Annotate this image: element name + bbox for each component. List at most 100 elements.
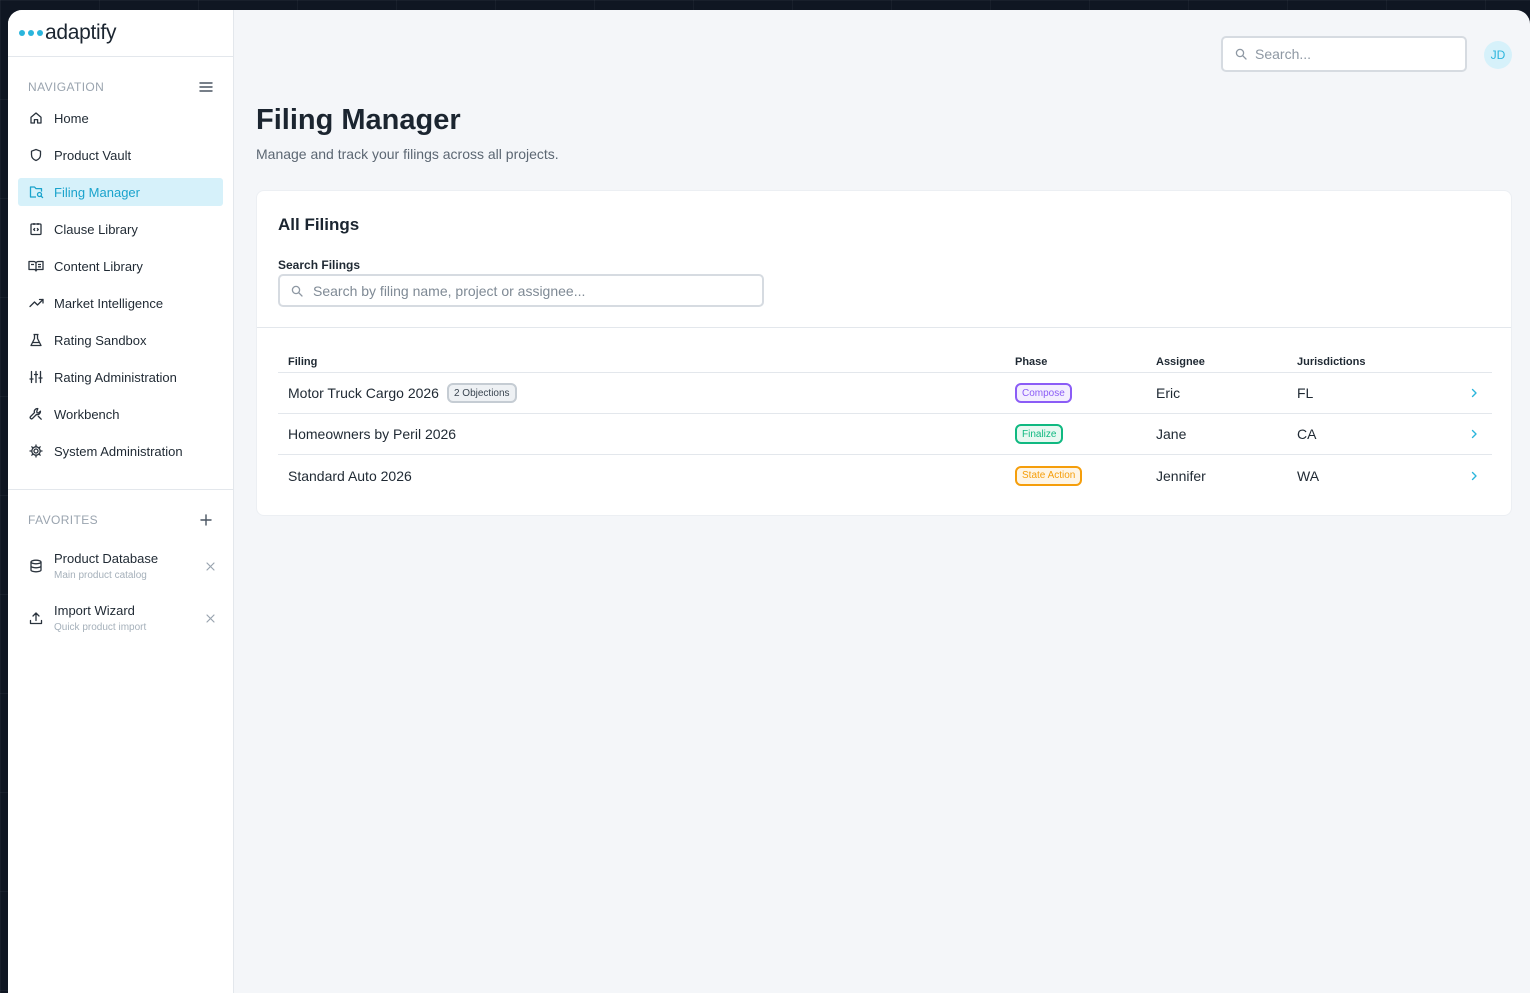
sidebar-item-label: Home — [54, 110, 89, 126]
nav-section-header: NAVIGATION — [8, 77, 233, 97]
phase-badge: Compose — [1015, 383, 1072, 404]
sidebar-item-home[interactable]: Home — [18, 104, 223, 132]
card-divider — [257, 327, 1511, 328]
favorite-item-product-database[interactable]: Product Database Main product catalog — [8, 546, 233, 586]
sidebar-item-rating-administration[interactable]: Rating Administration — [18, 363, 223, 391]
global-search[interactable] — [1221, 36, 1467, 72]
column-header-phase[interactable]: Phase — [1015, 356, 1156, 368]
phase-badge: State Action — [1015, 465, 1083, 486]
home-icon — [28, 110, 44, 126]
favorite-title: Import Wizard — [54, 603, 135, 618]
sidebar-item-label: Rating Administration — [54, 369, 177, 385]
table-body: Motor Truck Cargo 2026 2 Objections Compos… — [278, 373, 1492, 496]
sidebar-item-label: Rating Sandbox — [54, 332, 147, 348]
favorite-item-import-wizard[interactable]: Import Wizard Quick product import — [8, 598, 233, 638]
filings-table: Filing Phase Assignee Jurisdictions Moto… — [278, 351, 1492, 496]
table-row[interactable]: Standard Auto 2026 State Action Jennifer WA — [278, 455, 1492, 496]
sidebar-item-rating-sandbox[interactable]: Rating Sandbox — [18, 326, 223, 354]
logo[interactable]: adaptify — [8, 10, 233, 57]
gear-icon — [28, 443, 44, 459]
favorite-subtitle: Quick product import — [54, 622, 147, 633]
search-icon — [1235, 48, 1247, 60]
favorite-subtitle: Main product catalog — [54, 570, 147, 581]
sidebar-item-label: Filing Manager — [54, 184, 140, 200]
jurisdictions-cell: CA — [1297, 426, 1317, 442]
assignee-cell: Eric — [1156, 385, 1181, 401]
filing-cell: Motor Truck Cargo 2026 2 Objections — [278, 383, 1015, 403]
phase-cell: State Action — [1015, 465, 1156, 486]
filter-label: Search Filings — [278, 258, 361, 272]
phase-badge: Finalize — [1015, 424, 1064, 445]
sidebar-item-workbench[interactable]: Workbench — [18, 400, 223, 428]
sidebar-item-product-vault[interactable]: Product Vault — [18, 141, 223, 169]
sidebar-item-content-library[interactable]: Content Library — [18, 252, 223, 280]
sidebar-item-label: Product Vault — [54, 147, 132, 163]
shield-icon — [28, 147, 44, 163]
menu-icon[interactable] — [197, 78, 215, 96]
sidebar-item-label: Workbench — [54, 406, 120, 422]
chevron-right-icon[interactable] — [1457, 429, 1492, 439]
page-title: Filing Manager — [256, 104, 461, 136]
nav-section-title: NAVIGATION — [28, 80, 105, 94]
sidebar-item-label: Clause Library — [54, 221, 138, 237]
avatar[interactable]: JD — [1484, 41, 1512, 69]
favorite-text: Product Database Main product catalog — [54, 551, 203, 581]
nav-list: Home Product Vault Filing Manager Clause Li… — [8, 104, 233, 474]
favorite-text: Import Wizard Quick product import — [54, 603, 203, 633]
sidebar-item-clause-library[interactable]: Clause Library — [18, 215, 223, 243]
column-header-jurisdictions[interactable]: Jurisdictions — [1297, 356, 1457, 368]
sliders-icon — [28, 369, 44, 385]
sidebar-item-filing-manager[interactable]: Filing Manager — [18, 178, 223, 206]
upload-icon — [28, 610, 44, 626]
global-search-input[interactable] — [1255, 46, 1445, 62]
chevron-right-icon[interactable] — [1457, 471, 1492, 481]
column-header-filing[interactable]: Filing — [278, 356, 1015, 368]
phase-cell: Compose — [1015, 383, 1156, 404]
assignee-cell: Jennifer — [1156, 467, 1206, 484]
brand-name: adaptify — [45, 21, 117, 44]
add-favorite-icon[interactable] — [197, 511, 215, 529]
sidebar: adaptify NAVIGATION Home Product Vault Fil… — [8, 10, 234, 993]
favorite-title: Product Database — [54, 551, 159, 566]
filings-card: All Filings Search Filings Filing Phase … — [256, 190, 1512, 516]
book-open-icon — [28, 258, 44, 274]
sidebar-item-market-intelligence[interactable]: Market Intelligence — [18, 289, 223, 317]
filing-cell: Homeowners by Peril 2026 — [278, 426, 1015, 442]
filter-search[interactable] — [278, 274, 764, 307]
close-icon[interactable] — [203, 559, 217, 573]
filing-cell: Standard Auto 2026 — [278, 468, 1015, 484]
filings-card-title: All Filings — [278, 215, 360, 234]
filing-name[interactable]: Standard Auto 2026 — [288, 468, 412, 484]
folder-search-icon — [28, 184, 44, 200]
sidebar-divider — [8, 489, 233, 490]
chevron-right-icon[interactable] — [1457, 388, 1492, 398]
logo-dots-icon — [19, 30, 43, 36]
table-row[interactable]: Homeowners by Peril 2026 Finalize Jane CA — [278, 414, 1492, 455]
code-file-icon — [28, 221, 44, 237]
sidebar-item-label: Market Intelligence — [54, 295, 164, 311]
flask-icon — [28, 332, 44, 348]
filter-search-input[interactable] — [313, 282, 753, 299]
phase-cell: Finalize — [1015, 424, 1156, 445]
search-icon — [291, 285, 303, 297]
page-subtitle: Manage and track your filings across all… — [256, 146, 559, 162]
table-row[interactable]: Motor Truck Cargo 2026 2 Objections Compos… — [278, 373, 1492, 414]
filing-name[interactable]: Homeowners by Peril 2026 — [288, 426, 456, 442]
favorites-list: Product Database Main product catalog Impo… — [8, 546, 233, 650]
app-window: adaptify NAVIGATION Home Product Vault Fil… — [8, 10, 1530, 993]
filing-name[interactable]: Motor Truck Cargo 2026 — [288, 385, 439, 401]
sidebar-item-system-administration[interactable]: System Administration — [18, 437, 223, 465]
objections-badge: 2 Objections — [446, 383, 517, 403]
column-header-assignee[interactable]: Assignee — [1156, 356, 1297, 368]
sidebar-item-label: Content Library — [54, 258, 143, 274]
sidebar-item-label: System Administration — [54, 443, 183, 459]
database-icon — [28, 558, 44, 574]
favorites-section-header: FAVORITES — [8, 510, 233, 530]
trending-up-icon — [28, 295, 44, 311]
favorites-section-title: FAVORITES — [28, 513, 99, 527]
wrench-icon — [28, 406, 44, 422]
jurisdictions-cell: FL — [1297, 385, 1314, 401]
table-header: Filing Phase Assignee Jurisdictions — [278, 351, 1492, 373]
close-icon[interactable] — [203, 611, 217, 625]
main-content: JD Filing Manager Manage and track your … — [234, 10, 1530, 993]
